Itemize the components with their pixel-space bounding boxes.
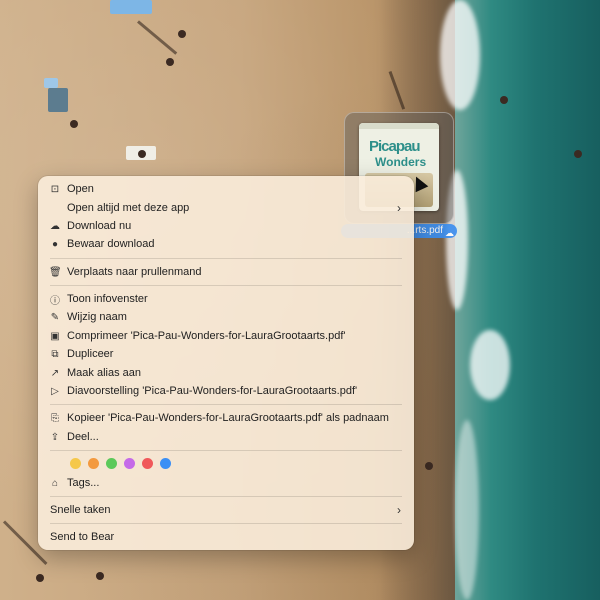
archive-icon: ▣ (50, 330, 60, 342)
menu-item-download-now[interactable]: ☁ Download nu (43, 217, 409, 235)
tag-color-dot[interactable] (88, 458, 99, 469)
menu-item-quick-actions[interactable]: Snelle taken › (43, 501, 409, 519)
menu-item-label: Dupliceer (67, 348, 114, 360)
tag-icon: ⌂ (51, 477, 59, 489)
menu-item-label: Toon infovenster (67, 293, 148, 305)
menu-item-label: Bewaar download (67, 238, 155, 250)
menu-item-label: Kopieer 'Pica-Pau-Wonders-for-LauraGroot… (67, 412, 389, 424)
slideshow-icon: ▷ (51, 385, 59, 397)
duplicate-icon: ⧉ (51, 348, 59, 360)
menu-separator (50, 496, 402, 497)
menu-item-make-alias[interactable]: ↗ Maak alias aan (43, 364, 409, 382)
menu-separator (50, 404, 402, 405)
menu-item-label: Tags... (67, 477, 100, 489)
chevron-right-icon: › (397, 201, 401, 215)
menu-separator (50, 523, 402, 524)
menu-separator (50, 285, 402, 286)
menu-item-label: Diavoorstelling 'Pica-Pau-Wonders-for-La… (67, 385, 358, 397)
menu-item-label: Maak alias aan (67, 367, 141, 379)
tag-color-row (70, 458, 171, 469)
menu-item-slideshow[interactable]: ▷ Diavoorstelling 'Pica-Pau-Wonders-for-… (43, 382, 409, 400)
tag-color-dot[interactable] (142, 458, 153, 469)
menu-item-label: Deel... (67, 431, 99, 443)
tag-color-dot[interactable] (106, 458, 117, 469)
person (178, 30, 186, 38)
person (70, 120, 78, 128)
menu-item-duplicate[interactable]: ⧉ Dupliceer (43, 345, 409, 363)
menu-item-send-to-bear[interactable]: Send to Bear (43, 528, 409, 546)
menu-item-open[interactable]: ⊡ Open (43, 180, 409, 198)
person (138, 150, 146, 158)
thumbnail-subtitle: Wonders (375, 155, 427, 169)
towel (110, 0, 152, 14)
thumbnail-header (359, 123, 439, 129)
menu-item-label: Open (67, 183, 94, 195)
menu-separator (50, 258, 402, 259)
alias-icon: ↗ (50, 367, 60, 379)
menu-separator (50, 450, 402, 451)
person (574, 150, 582, 158)
towel (44, 78, 58, 88)
person (96, 572, 104, 580)
open-icon: ⊡ (50, 183, 60, 195)
menu-item-get-info[interactable]: ⓘ Toon infovenster (43, 290, 409, 308)
menu-item-label: Send to Bear (50, 531, 115, 543)
person (166, 58, 174, 66)
surf (455, 420, 479, 600)
menu-item-move-to-trash[interactable]: 🗑 Verplaats naar prullenmand (43, 263, 409, 281)
menu-item-share[interactable]: ⇪ Deel... (43, 428, 409, 446)
menu-item-label: Open altijd met deze app (67, 202, 190, 214)
tag-color-dot[interactable] (70, 458, 81, 469)
tag-color-dot[interactable] (160, 458, 171, 469)
copy-path-icon: ⎘ (51, 412, 59, 424)
tag-color-dot[interactable] (124, 458, 135, 469)
menu-item-copy-pathname[interactable]: ⎘ Kopieer 'Pica-Pau-Wonders-for-LauraGro… (43, 409, 409, 427)
menu-item-label: Verplaats naar prullenmand (67, 266, 202, 278)
menu-item-label: Wijzig naam (67, 311, 127, 323)
menu-item-label: Download nu (67, 220, 132, 232)
person (36, 574, 44, 582)
share-icon: ⇪ (50, 431, 60, 443)
surf (470, 330, 510, 400)
thumbnail-title: Picapau (369, 138, 421, 155)
person (425, 462, 433, 470)
info-icon: ⓘ (50, 295, 60, 307)
menu-item-compress[interactable]: ▣ Comprimeer 'Pica-Pau-Wonders-for-Laura… (43, 327, 409, 345)
towel (48, 88, 68, 112)
person (500, 96, 508, 104)
surf (440, 0, 480, 110)
menu-item-label: Snelle taken (50, 504, 111, 516)
menu-item-open-with[interactable]: Open altijd met deze app › (43, 199, 409, 217)
menu-item-rename[interactable]: ✎ Wijzig naam (43, 308, 409, 326)
menu-item-label: Comprimeer 'Pica-Pau-Wonders-for-LauraGr… (67, 330, 346, 342)
cloud-icon: ☁ (445, 228, 454, 238)
context-menu: ⊡ Open Open altijd met deze app › ☁ Down… (38, 176, 414, 550)
menu-item-keep-download[interactable]: ● Bewaar download (43, 235, 409, 253)
cloud-download-icon: ☁ (50, 220, 60, 232)
download-circle-icon: ● (51, 238, 59, 250)
pencil-icon: ✎ (50, 311, 60, 323)
menu-item-tags[interactable]: ⌂ Tags... (43, 474, 409, 492)
trash-icon: 🗑 (49, 266, 62, 278)
chevron-right-icon: › (397, 503, 401, 517)
